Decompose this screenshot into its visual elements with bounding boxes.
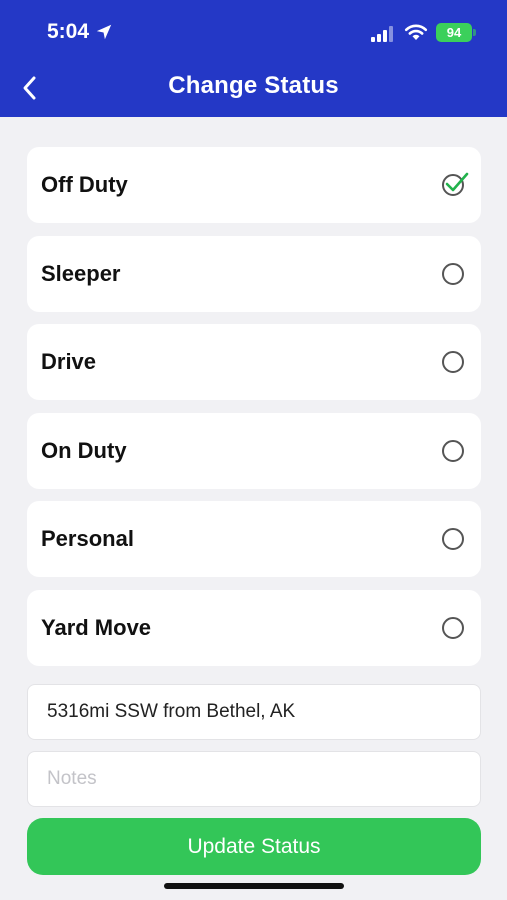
update-status-label: Update Status — [187, 834, 321, 858]
nav-header: 5:04 94 Change Status — [0, 0, 507, 117]
status-label: Off Duty — [41, 172, 128, 197]
status-option-drive[interactable]: Drive — [27, 324, 481, 400]
status-option-on-duty[interactable]: On Duty — [27, 412, 481, 489]
time-text: 5:04 — [47, 20, 90, 43]
radio-checked-icon[interactable] — [442, 172, 469, 196]
status-label: Drive — [41, 349, 97, 374]
location-text: 5316mi SSW from Bethel, AK — [47, 701, 296, 722]
status-option-yard-move[interactable]: Yard Move — [27, 589, 481, 666]
location-arrow-icon — [96, 24, 112, 40]
checkmark-icon — [445, 172, 469, 192]
status-time: 5:04 — [47, 20, 113, 44]
status-label: Yard Move — [41, 614, 152, 640]
radio-icon[interactable] — [442, 528, 464, 550]
status-label: Personal — [41, 526, 134, 551]
battery-icon: 94 — [436, 23, 472, 42]
status-label: On Duty — [41, 437, 127, 463]
wifi-icon — [404, 24, 428, 40]
radio-icon[interactable] — [442, 616, 464, 639]
location-field[interactable]: 5316mi SSW from Bethel, AK — [27, 684, 481, 740]
status-option-sleeper[interactable]: Sleeper — [27, 235, 481, 312]
notes-field-container — [27, 751, 481, 807]
home-indicator — [164, 883, 344, 889]
battery-tip — [473, 29, 476, 36]
update-status-button[interactable]: Update Status — [27, 818, 481, 875]
status-option-off-duty[interactable]: Off Duty — [27, 147, 481, 223]
page-title: Change Status — [168, 72, 339, 99]
radio-icon[interactable] — [442, 262, 464, 285]
radio-icon[interactable] — [442, 351, 464, 373]
status-label: Sleeper — [41, 260, 121, 286]
radio-icon[interactable] — [442, 439, 464, 462]
status-option-personal[interactable]: Personal — [27, 501, 481, 577]
notes-input[interactable] — [47, 768, 480, 790]
status-list: Off Duty Sleeper Drive On Duty Personal … — [27, 147, 481, 678]
status-bar: 5:04 94 — [0, 0, 507, 66]
signal-icon — [371, 26, 393, 42]
battery-level: 94 — [446, 25, 462, 40]
